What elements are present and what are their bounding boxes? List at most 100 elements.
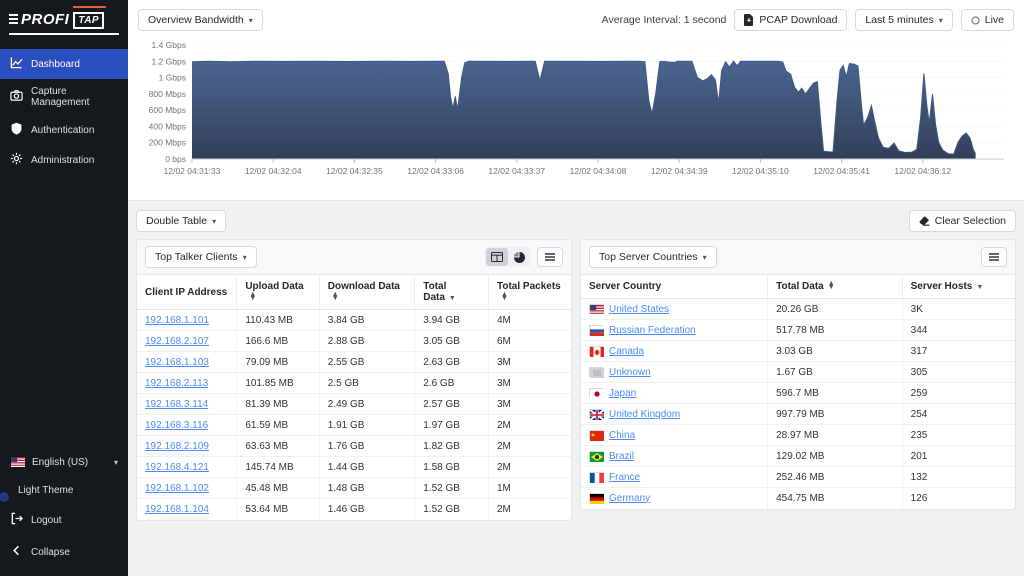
client-ip-link[interactable]: 192.168.2.107 bbox=[145, 336, 209, 347]
sidebar-item-label: Light Theme bbox=[18, 485, 73, 496]
table-cell: 101.85 MB bbox=[237, 373, 319, 394]
table-row[interactable]: Japan596.7 MB259 bbox=[581, 383, 1015, 404]
view-mode-segmented-control bbox=[485, 247, 531, 267]
pcap-download-label: PCAP Download bbox=[759, 14, 837, 26]
country-link[interactable]: China bbox=[609, 430, 635, 441]
client-ip-link[interactable]: 192.168.3.116 bbox=[145, 420, 208, 431]
column-header-total-data[interactable]: Total Data▲▼ bbox=[768, 275, 903, 299]
top-talker-clients-header: Top Talker Clients bbox=[137, 240, 571, 275]
pcap-download-button[interactable]: PCAP Download bbox=[734, 9, 847, 31]
left-table-menu-button[interactable] bbox=[537, 247, 563, 267]
table-view-button[interactable] bbox=[486, 248, 508, 266]
view-selector-dropdown[interactable]: Overview Bandwidth bbox=[138, 9, 263, 31]
table-row[interactable]: 192.168.2.10963.63 MB1.76 GB1.82 GB2M bbox=[137, 436, 571, 457]
svg-text:12/02 04:34:39: 12/02 04:34:39 bbox=[651, 166, 708, 176]
client-ip-link[interactable]: 192.168.1.101 bbox=[145, 315, 209, 326]
table-row[interactable]: 192.168.3.11661.59 MB1.91 GB1.97 GB2M bbox=[137, 415, 571, 436]
sidebar-item-capture-management[interactable]: Capture Management bbox=[0, 79, 128, 115]
column-header-download-data[interactable]: Download Data▲▼ bbox=[319, 275, 414, 310]
table-row[interactable]: 192.168.2.107166.6 MB2.88 GB3.05 GB6M bbox=[137, 331, 571, 352]
layout-selector-dropdown[interactable]: Double Table bbox=[136, 210, 226, 232]
table-cell: 1.48 GB bbox=[319, 478, 414, 499]
sort-desc-icon[interactable]: ▼ bbox=[976, 284, 982, 291]
table-cell: 79.09 MB bbox=[237, 352, 319, 373]
time-range-label: Last 5 minutes bbox=[865, 14, 933, 26]
bandwidth-chart[interactable]: 1.4 Gbps1.2 Gbps1 Gbps800 Mbps600 Mbps40… bbox=[128, 35, 1024, 200]
client-ip-link[interactable]: 192.168.4.121 bbox=[145, 462, 209, 473]
left-table-selector-dropdown[interactable]: Top Talker Clients bbox=[145, 246, 257, 268]
sidebar-item-dashboard[interactable]: Dashboard bbox=[0, 49, 128, 79]
client-ip-link[interactable]: 192.168.1.102 bbox=[145, 483, 209, 494]
table-cell: 317 bbox=[902, 341, 1015, 362]
sort-icon[interactable]: ▲▼ bbox=[249, 293, 255, 301]
column-header-total-packets[interactable]: Total Packets▲▼ bbox=[489, 275, 572, 310]
column-header-server-country[interactable]: Server Country bbox=[581, 275, 768, 299]
pie-view-button[interactable] bbox=[508, 248, 530, 266]
sidebar-footer-english-us-[interactable]: English (US)▾ bbox=[0, 448, 128, 477]
client-ip-link[interactable]: 192.168.3.114 bbox=[145, 399, 208, 410]
country-link[interactable]: Brazil bbox=[609, 451, 634, 462]
sort-icon[interactable]: ▲▼ bbox=[332, 293, 338, 301]
file-download-icon bbox=[744, 14, 754, 26]
chevron-down-icon bbox=[249, 14, 253, 26]
live-button[interactable]: Live bbox=[961, 9, 1014, 31]
pie-chart-icon bbox=[514, 252, 525, 263]
top-toolbar: Overview Bandwidth Average Interval: 1 s… bbox=[128, 0, 1024, 35]
table-cell: 145.74 MB bbox=[237, 457, 319, 478]
table-row[interactable]: 192.168.4.121145.74 MB1.44 GB1.58 GB2M bbox=[137, 457, 571, 478]
client-ip-link[interactable]: 192.168.2.109 bbox=[145, 441, 209, 452]
table-row[interactable]: United States20.26 GB3K bbox=[581, 299, 1015, 320]
table-cell: 3M bbox=[489, 373, 572, 394]
sidebar-item-administration[interactable]: Administration bbox=[0, 145, 128, 175]
table-row[interactable]: Brazil129.02 MB201 bbox=[581, 446, 1015, 467]
right-table-selector-dropdown[interactable]: Top Server Countries bbox=[589, 246, 717, 268]
sort-icon[interactable]: ▲▼ bbox=[828, 282, 834, 290]
time-range-dropdown[interactable]: Last 5 minutes bbox=[855, 9, 952, 31]
client-ip-link[interactable]: 192.168.2.113 bbox=[145, 378, 208, 389]
table-row[interactable]: Canada3.03 GB317 bbox=[581, 341, 1015, 362]
column-header-client-ip-address[interactable]: Client IP Address bbox=[137, 275, 237, 310]
table-row[interactable]: 192.168.1.10453.64 MB1.46 GB1.52 GB2M bbox=[137, 499, 571, 520]
country-link[interactable]: Germany bbox=[609, 493, 650, 504]
country-link[interactable]: United States bbox=[609, 304, 669, 315]
clear-selection-button[interactable]: Clear Selection bbox=[909, 210, 1016, 232]
country-link[interactable]: Unknown bbox=[609, 367, 651, 378]
column-header-server-hosts[interactable]: Server Hosts▼ bbox=[902, 275, 1015, 299]
client-ip-link[interactable]: 192.168.1.103 bbox=[145, 357, 209, 368]
column-header-upload-data[interactable]: Upload Data▲▼ bbox=[237, 275, 319, 310]
sidebar-item-label: Logout bbox=[31, 515, 62, 526]
table-row[interactable]: 192.168.1.10245.48 MB1.48 GB1.52 GB1M bbox=[137, 478, 571, 499]
table-cell: 3M bbox=[489, 352, 572, 373]
sidebar-footer-collapse[interactable]: Collapse bbox=[0, 536, 128, 568]
country-link[interactable]: Canada bbox=[609, 346, 644, 357]
table-row[interactable]: 192.168.1.101110.43 MB3.84 GB3.94 GB4M bbox=[137, 310, 571, 331]
table-row[interactable]: France252.46 MB132 bbox=[581, 467, 1015, 488]
top-talker-clients-card: Top Talker Clients bbox=[136, 239, 572, 521]
country-link[interactable]: United Kingdom bbox=[609, 409, 680, 420]
column-header-total-data[interactable]: Total Data▼ bbox=[415, 275, 489, 310]
sidebar-footer-logout[interactable]: Logout bbox=[0, 504, 128, 536]
sidebar-item-authentication[interactable]: Authentication bbox=[0, 115, 128, 145]
table-row[interactable]: China28.97 MB235 bbox=[581, 425, 1015, 446]
sort-icon[interactable]: ▲▼ bbox=[501, 293, 507, 301]
table-cell: 344 bbox=[902, 320, 1015, 341]
country-link[interactable]: France bbox=[609, 472, 640, 483]
table-row[interactable]: 192.168.1.10379.09 MB2.55 GB2.63 GB3M bbox=[137, 352, 571, 373]
table-row[interactable]: Unknown1.67 GB305 bbox=[581, 362, 1015, 383]
table-row[interactable]: 192.168.3.11481.39 MB2.49 GB2.57 GB3M bbox=[137, 394, 571, 415]
country-link[interactable]: Japan bbox=[609, 388, 636, 399]
country-link[interactable]: Russian Federation bbox=[609, 325, 696, 336]
table-cell: 20.26 GB bbox=[768, 299, 903, 320]
sort-desc-icon[interactable]: ▼ bbox=[449, 295, 455, 302]
right-table-menu-button[interactable] bbox=[981, 247, 1007, 267]
table-row[interactable]: 192.168.2.113101.85 MB2.5 GB2.6 GB3M bbox=[137, 373, 571, 394]
table-cell: 1.97 GB bbox=[415, 415, 489, 436]
client-ip-link[interactable]: 192.168.1.104 bbox=[145, 504, 209, 515]
svg-text:12/02 04:34:08: 12/02 04:34:08 bbox=[570, 166, 627, 176]
table-cell: 132 bbox=[902, 467, 1015, 488]
table-row[interactable]: United Kingdom997.79 MB254 bbox=[581, 404, 1015, 425]
sidebar-footer-light-theme[interactable]: Light Theme bbox=[0, 477, 128, 504]
table-row[interactable]: Russian Federation517.78 MB344 bbox=[581, 320, 1015, 341]
table-cell: 1.67 GB bbox=[768, 362, 903, 383]
table-row[interactable]: Germany454.75 MB126 bbox=[581, 488, 1015, 509]
